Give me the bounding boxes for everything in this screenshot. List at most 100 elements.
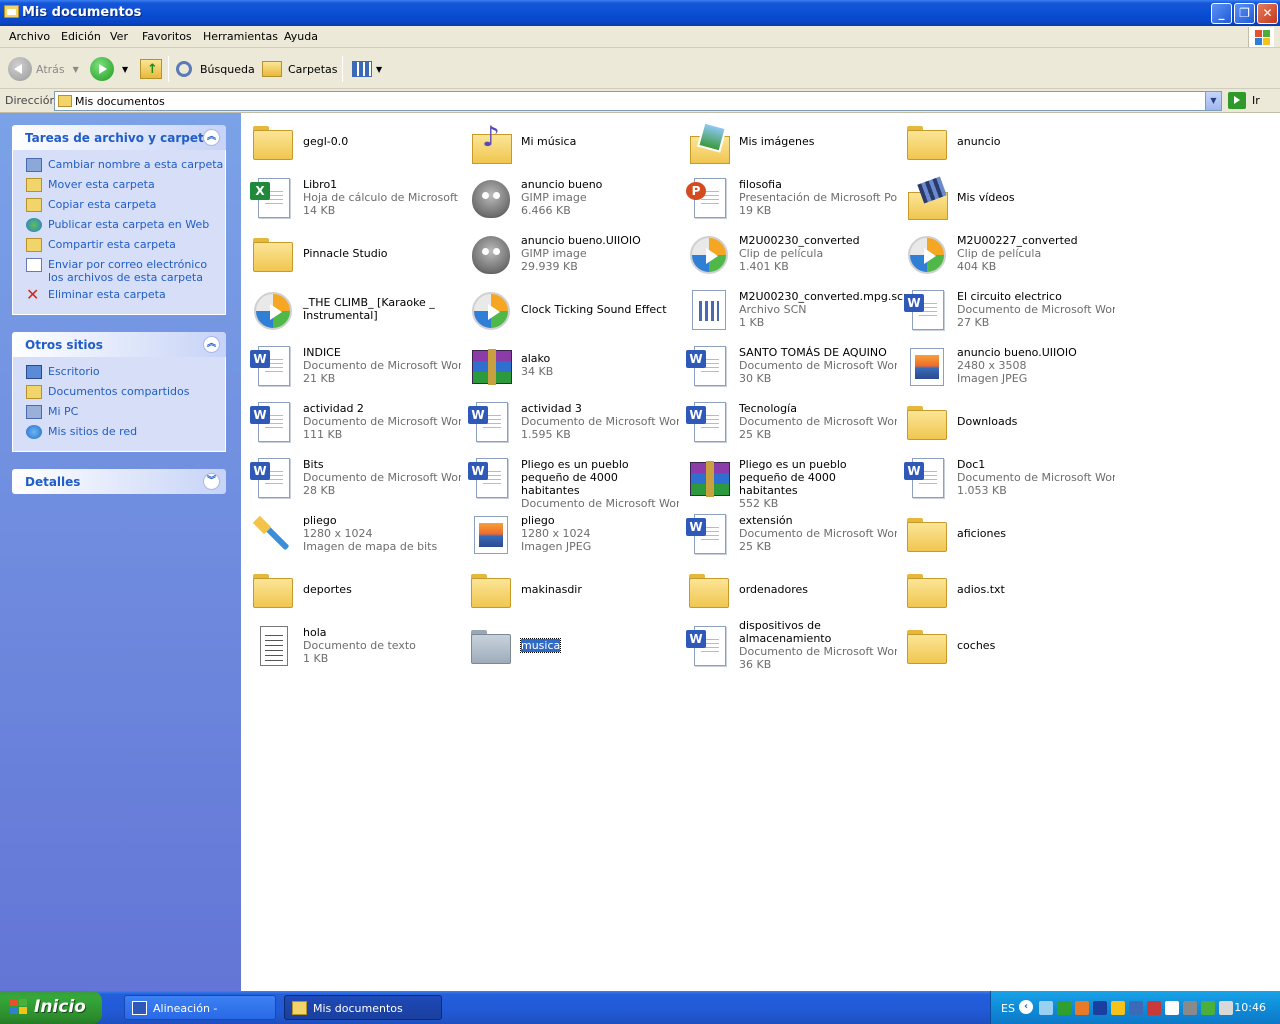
panel-header[interactable]: Tareas de archivo y carpeta ︽ — [12, 125, 226, 150]
display-tray-icon[interactable] — [1129, 1001, 1143, 1015]
file-item[interactable]: W Doc1 Documento de Microsoft Word 1.053 KB — [900, 449, 1118, 505]
file-item[interactable]: Wactividad 2 Documento de Microsoft Word 1… — [246, 393, 464, 449]
sound-tray-icon[interactable] — [1057, 1001, 1071, 1015]
file-item[interactable]: Pinnacle Studio — [246, 225, 464, 281]
panel-title: Otros sitios — [25, 338, 103, 352]
panel-header[interactable]: Detalles ︾ — [12, 469, 226, 494]
file-item[interactable]: W Pliego es un pueblo pequeño de 4000 hab… — [464, 449, 682, 510]
show-hidden-icons-button[interactable]: ‹ — [1019, 1000, 1033, 1014]
file-item[interactable]: M2U00230_converted.mpg.scn Archivo SCN 1 K… — [682, 281, 910, 337]
menu-herramientas[interactable]: Herramientas — [203, 30, 278, 43]
panel-header[interactable]: Otros sitios ︽ — [12, 332, 226, 357]
language-indicator[interactable]: ES — [1001, 1002, 1015, 1015]
file-item[interactable]: W INDICE Documento de Microsoft Word 21 KB — [246, 337, 464, 393]
app4-tray-icon[interactable] — [1201, 1001, 1215, 1015]
file-item[interactable]: X Libro1Hoja de cálculo de Microsoft E...… — [246, 169, 464, 225]
address-field[interactable]: Mis documentos ▼ — [54, 91, 1222, 111]
file-item[interactable]: M2U00230_converted Clip de película 1.401 … — [682, 225, 900, 281]
menu-favoritos[interactable]: Favoritos — [142, 30, 192, 43]
file-item[interactable]: anuncio bueno.UIIOIO 2480 x 3508 Imagen JP… — [900, 337, 1118, 393]
file-item[interactable]: Pliego es un pueblo pequeño de 4000 habi… — [682, 449, 900, 510]
file-item[interactable]: Mi música — [464, 113, 682, 169]
taskbar-item-word[interactable]: Alineación - Microsoft... — [124, 995, 276, 1020]
file-item[interactable]: Wdispositivos de almacenamiento Documento… — [682, 617, 900, 673]
file-info: 30 KB — [739, 372, 772, 385]
file-item[interactable]: deportes — [246, 561, 464, 617]
file-item[interactable]: makinasdir — [464, 561, 682, 617]
network-tray-icon[interactable] — [1039, 1001, 1053, 1015]
file-item[interactable]: W Tecnología Documento de Microsoft Word 25… — [682, 393, 900, 449]
file-item[interactable]: aficiones — [900, 505, 1118, 561]
music-folder-icon — [468, 120, 514, 164]
menu-edicion[interactable]: Edición — [61, 30, 101, 43]
file-item[interactable]: anuncio — [900, 113, 1118, 169]
folders-button[interactable]: Carpetas — [262, 54, 337, 84]
menu-archivo[interactable]: Archivo — [9, 30, 50, 43]
back-button[interactable]: Atrás ▼ — [8, 54, 79, 84]
file-item[interactable]: Pfilosofia Presentación de Microsoft Po..… — [682, 169, 900, 225]
file-item[interactable]: M2U00227_converted Clip de película 404 KB — [900, 225, 1118, 281]
task-email-files[interactable]: Enviar por correo electrónico los archiv… — [13, 258, 225, 288]
expand-icon[interactable]: ︾ — [203, 473, 220, 490]
audio-tray-icon[interactable] — [1093, 1001, 1107, 1015]
task-move-folder[interactable]: Mover esta carpeta — [13, 178, 225, 198]
word-icon: W — [686, 624, 732, 668]
search-button[interactable]: Búsqueda — [176, 54, 255, 84]
file-item[interactable]: W El circuito electrico Documento de Micro… — [900, 281, 1118, 337]
place-network[interactable]: Mis sitios de red — [13, 425, 225, 445]
address-dropdown-button[interactable]: ▼ — [1205, 92, 1221, 110]
app2-tray-icon[interactable] — [1165, 1001, 1179, 1015]
taskbar-item-explorer[interactable]: Mis documentos — [284, 995, 442, 1020]
place-shared-documents[interactable]: Documentos compartidos — [13, 385, 225, 405]
file-item[interactable]: coches — [900, 617, 1118, 673]
file-item[interactable]: pliego 1280 x 1024 Imagen JPEG — [464, 505, 682, 561]
start-label: Inicio — [34, 997, 86, 1017]
file-item[interactable]: musica — [464, 617, 682, 673]
up-folder-button[interactable]: ↑ — [140, 54, 162, 84]
start-button[interactable]: Inicio — [0, 991, 102, 1024]
file-item[interactable]: anuncio bueno.UIIOIO GIMP image 29.939 KB — [464, 225, 682, 281]
collapse-icon[interactable]: ︽ — [203, 336, 220, 353]
place-desktop[interactable]: Escritorio — [13, 365, 225, 385]
file-item[interactable]: adios.txt — [900, 561, 1118, 617]
file-item[interactable]: pliego 1280 x 1024 Imagen de mapa de bits — [246, 505, 464, 561]
file-item[interactable]: gegl-0.0 — [246, 113, 464, 169]
menu-ver[interactable]: Ver — [110, 30, 128, 43]
file-item[interactable]: Mis imágenes — [682, 113, 900, 169]
security-tray-icon[interactable] — [1111, 1001, 1125, 1015]
close-button[interactable]: ✕ — [1257, 3, 1278, 24]
file-item[interactable]: hola Documento de texto 1 KB — [246, 617, 464, 673]
forward-button[interactable]: ▼ — [90, 54, 128, 84]
file-item[interactable]: Wactividad 3 Documento de Microsoft Word 1… — [464, 393, 682, 449]
app3-tray-icon[interactable] — [1183, 1001, 1197, 1015]
file-item[interactable]: W Bits Documento de Microsoft Word 28 KB — [246, 449, 464, 505]
collapse-icon[interactable]: ︽ — [203, 129, 220, 146]
file-item[interactable]: Clock Ticking Sound Effect — [464, 281, 682, 337]
views-button[interactable]: ▼ — [352, 54, 382, 84]
delete-icon: ✕ — [26, 285, 40, 304]
file-item[interactable]: Wextensión Documento de Microsoft Word 25 … — [682, 505, 900, 561]
antivirus-tray-icon[interactable] — [1147, 1001, 1161, 1015]
task-share-folder[interactable]: Compartir esta carpeta — [13, 238, 225, 258]
place-my-computer[interactable]: Mi PC — [13, 405, 225, 425]
file-name: aficiones — [957, 527, 1006, 540]
file-item[interactable]: Mis vídeos — [900, 169, 1118, 225]
task-delete-folder[interactable]: ✕ Eliminar esta carpeta — [13, 285, 225, 308]
file-name: Pinnacle Studio — [303, 247, 388, 260]
file-item[interactable]: W SANTO TOMÁS DE AQUINO Documento de Micro… — [682, 337, 900, 393]
task-publish-web[interactable]: Publicar esta carpeta en Web — [13, 218, 225, 238]
usb-tray-icon[interactable] — [1219, 1001, 1233, 1015]
maximize-button[interactable]: ❐ — [1234, 3, 1255, 24]
file-item[interactable]: alako 34 KB — [464, 337, 682, 393]
file-item[interactable]: ordenadores — [682, 561, 900, 617]
go-button[interactable]: Ir — [1228, 92, 1260, 109]
minimize-button[interactable]: _ — [1211, 3, 1232, 24]
file-item[interactable]: Downloads — [900, 393, 1118, 449]
file-name: Pliego es un pueblo pequeño de 4000 habi… — [739, 458, 847, 497]
menu-ayuda[interactable]: Ayuda — [284, 30, 318, 43]
file-item[interactable]: anuncio bueno GIMP image 6.466 KB — [464, 169, 682, 225]
file-item[interactable]: _THE CLIMB_ [Karaoke _ Instrumental] — [246, 281, 464, 337]
task-copy-folder[interactable]: Copiar esta carpeta — [13, 198, 225, 218]
app-tray-icon[interactable] — [1075, 1001, 1089, 1015]
task-rename-folder[interactable]: Cambiar nombre a esta carpeta — [13, 158, 225, 178]
